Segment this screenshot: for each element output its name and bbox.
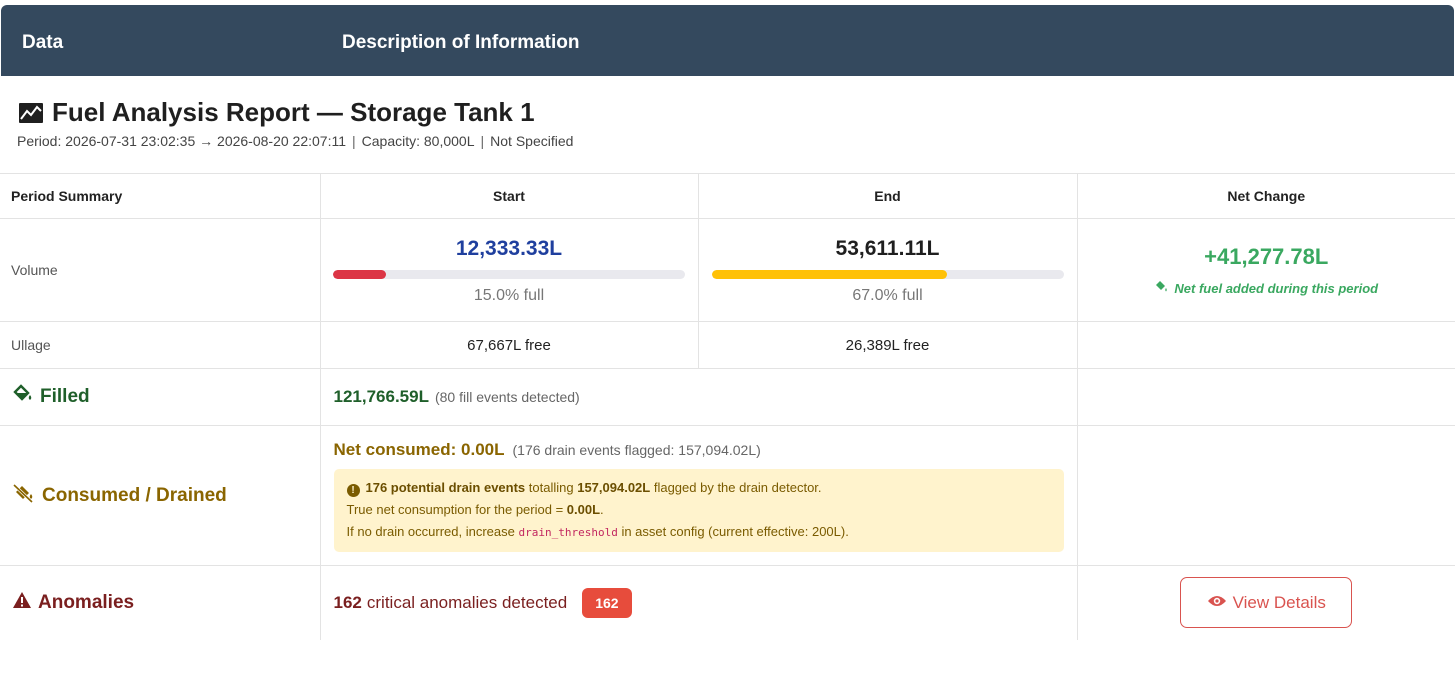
volume-start-value: 12,333.33L bbox=[455, 237, 563, 260]
exclamation-circle-icon: ! bbox=[346, 483, 360, 497]
filled-label-cell: Filled bbox=[0, 368, 320, 426]
ullage-label: Ullage bbox=[0, 321, 320, 369]
anomalies-action-cell: View Details bbox=[1076, 565, 1455, 640]
net-change-note-text: Net fuel added during this period bbox=[1174, 280, 1379, 296]
summary-table: Period Summary Start End Net Change Volu… bbox=[0, 173, 1455, 640]
report-period: Period: 2026-07-31 23:02:35 → 2026-08-20… bbox=[17, 133, 346, 149]
header-net-change: Net Change bbox=[1076, 173, 1455, 219]
volume-end-percent: 67.0% full bbox=[852, 287, 923, 304]
net-change-note: Net fuel added during this period bbox=[1078, 280, 1455, 296]
ullage-net-empty bbox=[1076, 321, 1455, 369]
fill-drip-icon bbox=[12, 384, 34, 410]
warning-triangle-icon bbox=[12, 591, 32, 615]
meta-separator: | bbox=[352, 133, 356, 149]
anomalies-label-cell: Anomalies bbox=[0, 565, 320, 640]
drain-warning-line-1: ! 176 potential drain events totalling 15… bbox=[346, 477, 1051, 499]
volume-end-bar-fill bbox=[711, 270, 948, 279]
true-net-consumption: 0.00L bbox=[566, 501, 601, 517]
view-details-label: View Details bbox=[1232, 592, 1326, 612]
volume-label: Volume bbox=[0, 218, 320, 322]
eye-icon bbox=[1207, 593, 1227, 613]
filled-label: Filled bbox=[0, 384, 320, 410]
anomalies-badge: 162 bbox=[582, 587, 632, 618]
consumed-label-text: Consumed / Drained bbox=[42, 484, 227, 506]
filled-row: Filled 121,766.59L (80 fill events detect… bbox=[0, 368, 1455, 426]
ullage-start: 67,667L free bbox=[319, 321, 698, 369]
filled-value: 121,766.59L bbox=[333, 387, 429, 406]
volume-start-bar bbox=[333, 270, 685, 279]
column-header-description: Description of Information bbox=[342, 32, 580, 53]
header-period-summary: Period Summary bbox=[0, 173, 320, 219]
filled-net-empty bbox=[1076, 368, 1455, 426]
meta-separator: | bbox=[480, 133, 485, 149]
anomalies-detail-cell: 162 critical anomalies detected 162 bbox=[319, 565, 1077, 640]
filled-label-text: Filled bbox=[40, 386, 90, 407]
anomalies-row: Anomalies 162 critical anomalies detected… bbox=[0, 565, 1455, 640]
consumed-net-value: Net consumed: 0.00L bbox=[333, 439, 505, 459]
filled-value-cell: 121,766.59L (80 fill events detected) bbox=[319, 368, 1077, 426]
table-header-bar: Data Description of Information bbox=[1, 5, 1454, 76]
net-change-cell: +41,277.78L Net fuel added during this p… bbox=[1076, 218, 1455, 322]
consumed-label: Consumed / Drained bbox=[0, 483, 320, 509]
warning-text: flagged by the drain detector. bbox=[650, 479, 822, 495]
consumed-net-empty bbox=[1076, 425, 1455, 566]
volume-end-cell: 53,611.11L 67.0% full bbox=[697, 218, 1077, 322]
warning-text: . bbox=[600, 501, 604, 517]
drain-warning-line-2: True net consumption for the period = 0.… bbox=[347, 499, 1051, 521]
consumed-row: Consumed / Drained Net consumed: 0.00L (1… bbox=[0, 425, 1455, 566]
report-capacity: Capacity: 80,000L bbox=[361, 133, 475, 149]
drain-total: 157,094.02L bbox=[577, 479, 651, 495]
drain-warning-box: ! 176 potential drain events totalling 15… bbox=[333, 468, 1064, 552]
anomalies-description: critical anomalies detected bbox=[366, 592, 568, 612]
header-start: Start bbox=[319, 173, 698, 219]
consumed-detail-cell: Net consumed: 0.00L (176 drain events fla… bbox=[319, 425, 1077, 566]
view-details-button[interactable]: View Details bbox=[1180, 577, 1353, 629]
consumed-flag-note: (176 drain events flagged: 157,094.02L) bbox=[512, 441, 761, 458]
ullage-row: Ullage 67,667L free 26,389L free bbox=[0, 321, 1455, 369]
report-extra: Not Specified bbox=[490, 133, 574, 149]
report-title: Fuel Analysis Report — Storage Tank 1 bbox=[18, 97, 535, 128]
header-end: End bbox=[697, 173, 1077, 219]
volume-start-cell: 12,333.33L 15.0% full bbox=[319, 218, 698, 322]
consumed-net: Net consumed: 0.00L (176 drain events fla… bbox=[334, 440, 1064, 460]
summary-header-row: Period Summary Start End Net Change bbox=[0, 173, 1455, 219]
net-change-value: +41,277.78L bbox=[1204, 244, 1329, 269]
warning-text: totalling bbox=[525, 479, 578, 495]
anomalies-label-text: Anomalies bbox=[38, 591, 135, 613]
warning-text: in asset config (current effective: 200L… bbox=[617, 523, 849, 539]
drain-event-count: 176 potential drain events bbox=[365, 479, 526, 495]
anomalies-label: Anomalies bbox=[0, 591, 320, 615]
report-header: Fuel Analysis Report — Storage Tank 1 bbox=[18, 97, 535, 128]
volume-end-bar bbox=[711, 270, 1064, 279]
column-header-data: Data bbox=[22, 32, 64, 53]
warning-text: If no drain occurred, increase bbox=[346, 523, 519, 539]
volume-start-percent: 15.0% full bbox=[473, 287, 545, 304]
report-title-text: Fuel Analysis Report — Storage Tank 1 bbox=[52, 97, 535, 127]
anomalies-text: 162 critical anomalies detected 162 bbox=[321, 587, 1077, 618]
drain-warning-line-3: If no drain occurred, increase drain_thr… bbox=[347, 521, 1051, 544]
chart-line-icon bbox=[18, 102, 44, 124]
no-fill-icon bbox=[12, 483, 36, 509]
anomalies-count: 162 bbox=[333, 592, 362, 612]
volume-start-bar-fill bbox=[333, 270, 386, 279]
report-meta: Period: 2026-07-31 23:02:35 → 2026-08-20… bbox=[17, 133, 573, 149]
volume-end-value: 53,611.11L bbox=[835, 237, 940, 260]
fill-drip-icon bbox=[1154, 280, 1169, 296]
consumed-label-cell: Consumed / Drained bbox=[0, 425, 320, 566]
filled-note: (80 fill events detected) bbox=[434, 389, 580, 405]
warning-text: True net consumption for the period = bbox=[346, 501, 567, 517]
volume-row: Volume 12,333.33L 15.0% full 53,611.11L … bbox=[0, 218, 1455, 322]
ullage-end: 26,389L free bbox=[697, 321, 1077, 369]
drain-threshold-code: drain_threshold bbox=[518, 525, 618, 539]
